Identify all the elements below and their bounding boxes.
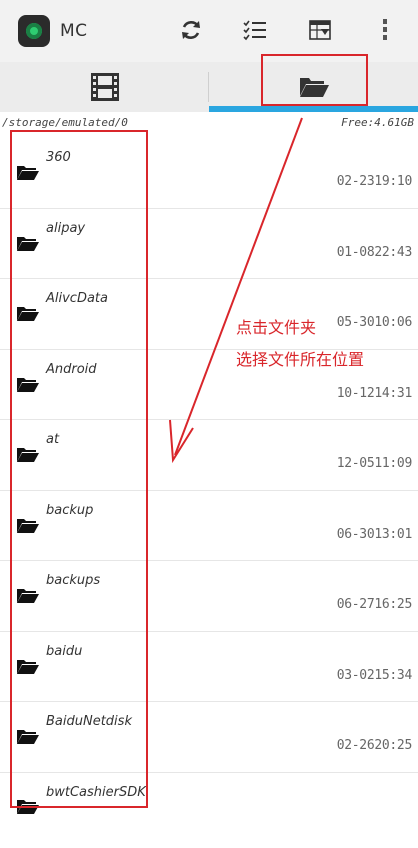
annotation-highlight-tab bbox=[261, 54, 368, 106]
file-date: 06-2716:25 bbox=[336, 597, 413, 612]
table-download-icon bbox=[309, 20, 331, 40]
current-path: /storage/emulated/0 bbox=[2, 116, 128, 129]
annotation-highlight-list bbox=[10, 130, 148, 808]
refresh-button[interactable] bbox=[176, 15, 206, 45]
select-list-button[interactable] bbox=[240, 15, 270, 45]
checklist-icon bbox=[243, 20, 266, 41]
free-space: Free:4.61GB bbox=[341, 116, 414, 129]
annotation-line-1: 点击文件夹 bbox=[236, 318, 317, 337]
file-date: 05-3010:06 bbox=[336, 315, 413, 330]
top-app-bar: MC bbox=[0, 0, 418, 62]
file-date: 01-0822:43 bbox=[336, 244, 413, 260]
tab-videos[interactable] bbox=[0, 62, 209, 112]
app-title: MC bbox=[60, 21, 88, 41]
more-vertical-icon bbox=[383, 19, 387, 40]
file-date: 12-0511:09 bbox=[336, 456, 413, 471]
selected-tab-indicator bbox=[209, 106, 418, 112]
file-date: 02-2319:10 bbox=[336, 174, 413, 189]
tab-divider bbox=[208, 72, 209, 102]
more-options-button[interactable] bbox=[370, 15, 400, 45]
refresh-icon bbox=[182, 21, 200, 39]
file-date: 10-1214:31 bbox=[336, 385, 413, 401]
app-logo-icon bbox=[18, 15, 50, 47]
file-date: 06-3013:01 bbox=[336, 526, 413, 542]
film-icon bbox=[90, 73, 119, 101]
file-date: 03-0215:34 bbox=[336, 667, 413, 683]
import-button[interactable] bbox=[305, 15, 335, 45]
annotation-line-2: 选择文件所在位置 bbox=[236, 350, 365, 369]
file-date: 02-2620:25 bbox=[336, 738, 413, 753]
